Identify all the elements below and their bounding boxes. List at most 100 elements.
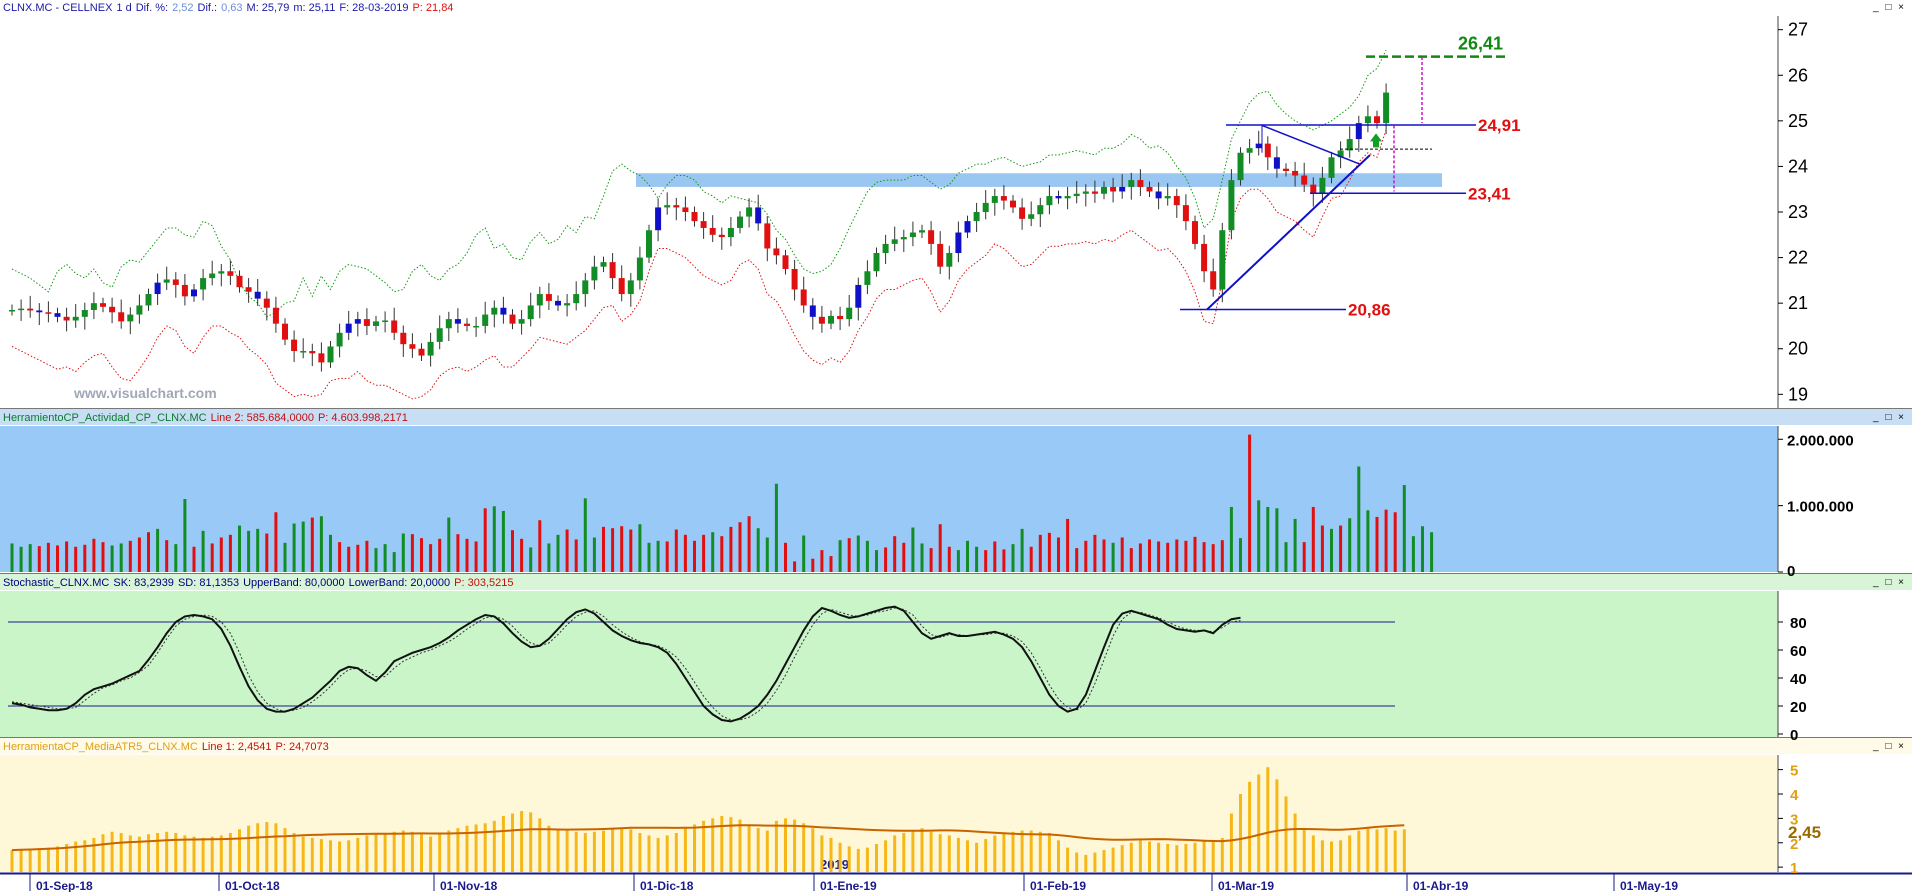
atr-bar <box>756 828 760 872</box>
volume-bar <box>101 542 105 572</box>
candle-body <box>363 319 370 326</box>
candle-body <box>336 332 343 347</box>
atr-title-part-1: Line 1: 2,4541 <box>201 741 272 753</box>
level-label-26-41: 26,41 <box>1458 34 1503 54</box>
candle-body <box>63 316 70 321</box>
volume-bar <box>720 536 724 572</box>
volume-bar <box>802 535 806 572</box>
atr-bar <box>802 823 806 872</box>
atr-bar <box>256 823 260 872</box>
atr-bar <box>1084 854 1088 872</box>
candle-body <box>1046 196 1053 206</box>
atr-bar <box>1138 840 1142 872</box>
volume-window-buttons[interactable]: _ □ × <box>1873 412 1906 423</box>
atr-bar <box>1111 847 1115 872</box>
volume-bar <box>1120 537 1124 572</box>
atr-bar <box>865 847 869 872</box>
atr-bar <box>529 812 533 872</box>
candle-body <box>1237 152 1244 181</box>
candle-body <box>664 205 671 208</box>
candle-body <box>1201 243 1208 272</box>
volume-bar <box>92 538 96 572</box>
atr-bar <box>347 840 351 872</box>
candle-body <box>1128 180 1135 187</box>
candle-body <box>282 323 288 340</box>
volume-bar <box>693 540 696 572</box>
xaxis-label: 01-Dic-18 <box>640 879 694 892</box>
atr-title-part-2: P: 24,7073 <box>275 741 329 753</box>
volume-bar <box>702 534 706 572</box>
atr-bar <box>1375 829 1379 872</box>
candle-body <box>1119 186 1126 192</box>
candle-body <box>818 316 825 324</box>
atr-bar <box>602 830 605 872</box>
atr-bar <box>492 820 496 872</box>
candle-body <box>109 306 116 313</box>
volume-bar <box>793 561 797 572</box>
volume-bar <box>1393 512 1397 572</box>
volume-bar <box>292 523 296 572</box>
candle-body <box>136 305 143 315</box>
volume-bar <box>611 528 615 572</box>
atr-bar <box>702 820 706 872</box>
volume-bar <box>647 542 651 572</box>
candle-body <box>1155 191 1162 199</box>
atr-bar <box>1038 831 1042 872</box>
price-tick-label: 24 <box>1788 156 1808 176</box>
xaxis-label: 01-Oct-18 <box>225 879 280 892</box>
price-title-part-9: P: 21,84 <box>412 2 454 14</box>
volume-title-part-2: P: 4.603.998,2171 <box>317 412 408 424</box>
stochastic-window-buttons[interactable]: _ □ × <box>1873 577 1906 588</box>
atr-bar <box>984 839 988 872</box>
volume-bar <box>356 544 360 572</box>
price-title-part-3: 2,52 <box>172 2 194 14</box>
candle-body <box>1019 207 1026 219</box>
candle-body <box>1028 214 1035 219</box>
atr-bar <box>929 831 933 872</box>
candle-body <box>982 202 989 212</box>
xaxis-label: 01-Sep-18 <box>36 879 93 892</box>
candle-body <box>837 315 844 320</box>
atr-bar <box>611 829 615 872</box>
volume-bar <box>1320 525 1324 572</box>
atr-bar <box>1248 781 1252 872</box>
xaxis-label: 01-Abr-19 <box>1413 879 1469 892</box>
candle-body <box>154 282 161 295</box>
atr-bar <box>1148 841 1151 872</box>
volume-bar <box>228 534 232 572</box>
atr-bar <box>574 831 578 872</box>
volume-bar <box>274 512 278 572</box>
atr-window-buttons[interactable]: _ □ × <box>1873 741 1906 752</box>
candle-body <box>1246 148 1253 153</box>
atr-bar <box>656 837 660 872</box>
candle-body <box>764 223 771 249</box>
price-window-buttons[interactable]: _ □ × <box>1873 2 1906 13</box>
volume-bar <box>74 546 78 572</box>
volume-bar <box>37 546 41 572</box>
volume-bar <box>1229 506 1233 572</box>
candle-body <box>564 303 571 306</box>
atr-bar <box>520 811 524 872</box>
volume-bar <box>10 543 14 572</box>
chart-window: 27 26 25 24 23 22 21 20 19 2.000.000 1.000.000 0 80 6… <box>0 0 1912 892</box>
candle-body <box>81 310 88 317</box>
candle-body <box>318 353 325 363</box>
atr-bar <box>1202 841 1206 872</box>
candle-body <box>400 332 407 345</box>
volume-bar <box>456 534 460 572</box>
atr-bar <box>483 823 487 872</box>
stochastic-panel-bg <box>0 591 1778 737</box>
volume-bar <box>529 547 533 572</box>
atr-bar <box>1284 796 1288 872</box>
atr-bar <box>401 830 405 872</box>
candle-body <box>955 232 962 254</box>
candle-body <box>500 307 507 315</box>
candle-body <box>427 341 434 356</box>
atr-bar <box>993 835 997 872</box>
atr-bar <box>856 848 860 872</box>
stoch-tick-label: 20 <box>1790 699 1807 716</box>
atr-bar <box>884 840 888 872</box>
atr-bar <box>174 833 178 872</box>
volume-bar <box>674 529 678 572</box>
volume-bar <box>165 540 169 572</box>
